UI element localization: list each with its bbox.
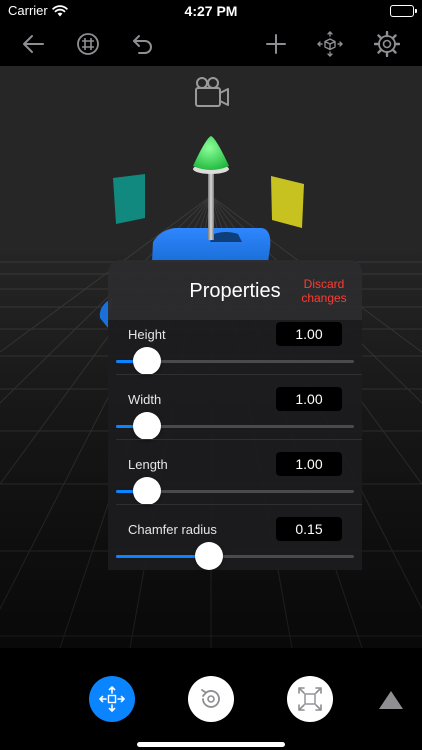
properties-panel: Height 1.00 Width 1.00 Length 1.00 Chamf… — [108, 260, 362, 570]
move-arrows-icon — [99, 686, 125, 712]
settings-button[interactable] — [373, 30, 401, 58]
properties-header: Properties Discard changes — [108, 260, 362, 320]
property-value-field[interactable]: 0.15 — [276, 517, 342, 541]
battery-icon — [390, 5, 417, 17]
gear-icon — [374, 31, 400, 57]
chamfer-radius-slider[interactable] — [116, 542, 354, 570]
move-mode-button[interactable] — [89, 676, 135, 722]
property-label: Chamfer radius — [128, 522, 217, 537]
cube-arrows-icon — [317, 31, 343, 57]
discard-changes-button[interactable]: Discard changes — [294, 277, 354, 305]
camera-icon[interactable] — [195, 77, 229, 107]
top-toolbar — [0, 22, 422, 66]
height-slider[interactable] — [116, 347, 354, 375]
property-row-height: Height 1.00 — [108, 320, 362, 375]
status-bar: Carrier 4:27 PM — [0, 0, 422, 22]
grid-button[interactable] — [74, 30, 102, 58]
property-label: Length — [128, 457, 168, 472]
property-value-field[interactable]: 1.00 — [276, 322, 342, 346]
rotate-icon — [201, 689, 220, 708]
property-row-width: Width 1.00 — [108, 375, 362, 440]
yellow-plane[interactable] — [271, 176, 304, 228]
property-label: Height — [128, 327, 166, 342]
scale-mode-button[interactable] — [287, 676, 333, 722]
property-row-length: Length 1.00 — [108, 440, 362, 505]
bottom-toolbar — [0, 648, 422, 750]
y-axis-cone[interactable] — [193, 136, 229, 170]
undo-icon — [133, 35, 152, 54]
rotate-mode-button[interactable] — [188, 676, 234, 722]
scale-icon — [298, 687, 322, 711]
arrow-left-icon — [23, 35, 44, 53]
width-slider[interactable] — [116, 412, 354, 440]
add-button[interactable] — [262, 30, 290, 58]
properties-list[interactable]: Height 1.00 Width 1.00 Length 1.00 Chamf… — [108, 320, 362, 570]
property-row-chamfer-radius: Chamfer radius 0.15 — [108, 505, 362, 570]
undo-button[interactable] — [129, 30, 157, 58]
length-slider[interactable] — [116, 477, 354, 505]
triangle-icon — [379, 691, 403, 709]
grid-icon — [77, 33, 99, 55]
plus-icon — [266, 34, 286, 54]
property-value-field[interactable]: 1.00 — [276, 452, 342, 476]
teal-plane[interactable] — [113, 174, 145, 224]
cube-transform-button[interactable] — [316, 30, 344, 58]
back-button[interactable] — [19, 30, 47, 58]
property-value-field[interactable]: 1.00 — [276, 387, 342, 411]
clock: 4:27 PM — [184, 3, 238, 19]
expand-button[interactable] — [377, 688, 405, 712]
home-indicator — [137, 742, 285, 747]
property-label: Width — [128, 392, 162, 407]
